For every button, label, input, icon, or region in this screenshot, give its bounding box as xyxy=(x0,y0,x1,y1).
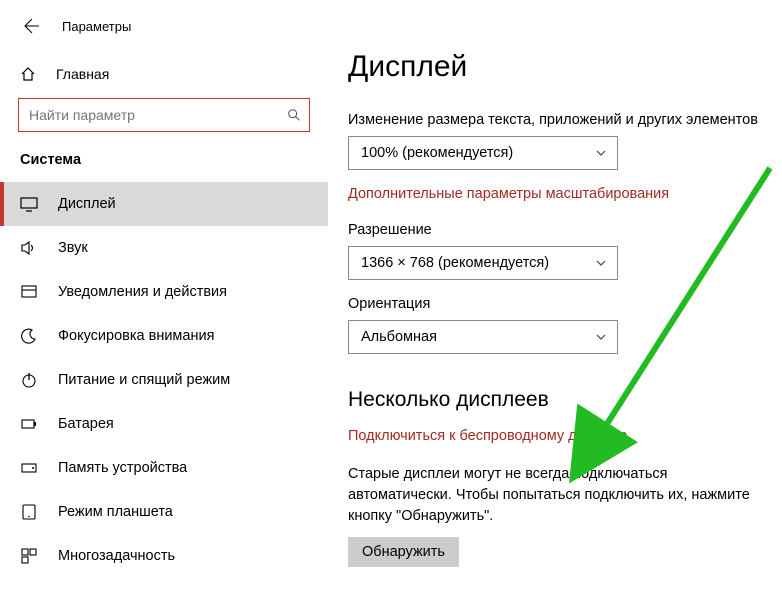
scale-dropdown[interactable]: 100% (рекомендуется) xyxy=(348,136,618,170)
sidebar-item-battery[interactable]: Батарея xyxy=(0,402,328,446)
sidebar-home[interactable]: Главная xyxy=(0,66,328,82)
orientation-dropdown[interactable]: Альбомная xyxy=(348,320,618,354)
sidebar-home-label: Главная xyxy=(56,66,109,82)
moon-icon xyxy=(20,327,38,345)
notification-icon xyxy=(20,283,38,301)
old-display-desc: Старые дисплеи могут не всегда подключат… xyxy=(348,464,768,527)
chevron-down-icon xyxy=(595,257,607,269)
sidebar-item-tablet[interactable]: Режим планшета xyxy=(0,490,328,534)
main-pane: Дисплей Изменение размера текста, прилож… xyxy=(328,0,782,608)
wireless-display-link[interactable]: Подключиться к беспроводному дисплею xyxy=(348,428,782,444)
speaker-icon xyxy=(20,239,38,257)
orientation-value: Альбомная xyxy=(361,329,437,345)
search-icon xyxy=(287,108,301,122)
orientation-label: Ориентация xyxy=(348,296,782,312)
chevron-down-icon xyxy=(595,147,607,159)
detect-button[interactable]: Обнаружить xyxy=(348,537,459,567)
resolution-value: 1366 × 768 (рекомендуется) xyxy=(361,255,549,271)
scale-value: 100% (рекомендуется) xyxy=(361,145,513,161)
sidebar-item-multitask[interactable]: Многозадачность xyxy=(0,534,328,578)
sidebar-item-notifications[interactable]: Уведомления и действия xyxy=(0,270,328,314)
titlebar: Параметры xyxy=(0,18,328,34)
sidebar-section-title: Система xyxy=(0,152,328,168)
sidebar-item-label: Режим планшета xyxy=(58,504,173,520)
sidebar-item-label: Питание и спящий режим xyxy=(58,372,230,388)
scale-advanced-link[interactable]: Дополнительные параметры масштабирования xyxy=(348,186,782,202)
sidebar-item-label: Фокусировка внимания xyxy=(58,328,214,344)
back-button[interactable] xyxy=(24,18,40,34)
tablet-icon xyxy=(20,503,38,521)
multitask-icon xyxy=(20,547,38,565)
resolution-label: Разрешение xyxy=(348,222,782,238)
sidebar-item-label: Батарея xyxy=(58,416,114,432)
battery-icon xyxy=(20,415,38,433)
page-title: Дисплей xyxy=(348,50,782,84)
sidebar-item-display[interactable]: Дисплей xyxy=(0,182,328,226)
home-icon xyxy=(20,66,36,82)
search-input[interactable] xyxy=(29,107,279,123)
sidebar-item-label: Звук xyxy=(58,240,88,256)
sidebar-item-sound[interactable]: Звук xyxy=(0,226,328,270)
arrow-left-icon xyxy=(24,18,40,34)
storage-icon xyxy=(20,459,38,477)
sidebar-item-power[interactable]: Питание и спящий режим xyxy=(0,358,328,402)
search-box[interactable] xyxy=(18,98,310,132)
sidebar-item-label: Память устройства xyxy=(58,460,187,476)
resolution-dropdown[interactable]: 1366 × 768 (рекомендуется) xyxy=(348,246,618,280)
sidebar-item-storage[interactable]: Память устройства xyxy=(0,446,328,490)
monitor-icon xyxy=(20,195,38,213)
scale-label: Изменение размера текста, приложений и д… xyxy=(348,112,782,128)
window-title: Параметры xyxy=(62,19,131,34)
sidebar-item-label: Многозадачность xyxy=(58,548,175,564)
multi-display-heading: Несколько дисплеев xyxy=(348,388,782,412)
sidebar-item-focus[interactable]: Фокусировка внимания xyxy=(0,314,328,358)
power-icon xyxy=(20,371,38,389)
chevron-down-icon xyxy=(595,331,607,343)
sidebar: Параметры Главная Система Дисплей З xyxy=(0,0,328,608)
sidebar-item-label: Дисплей xyxy=(58,196,116,212)
sidebar-item-label: Уведомления и действия xyxy=(58,284,227,300)
